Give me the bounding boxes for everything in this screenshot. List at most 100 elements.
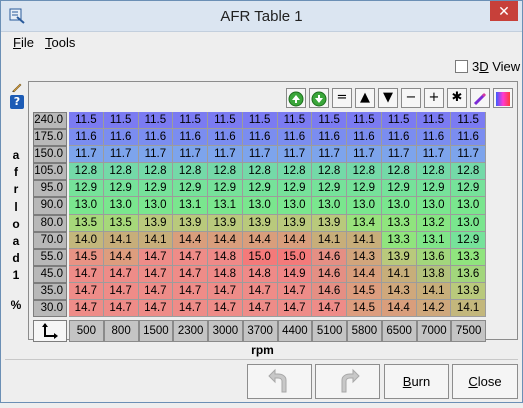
y-axis-value[interactable]: 150.0: [33, 146, 67, 164]
table-cell[interactable]: 12.8: [242, 163, 278, 181]
table-cell[interactable]: 11.7: [138, 146, 174, 164]
table-cell[interactable]: 11.6: [277, 129, 313, 147]
table-cell[interactable]: 12.9: [277, 180, 313, 198]
x-axis-value[interactable]: 7000: [416, 320, 452, 343]
table-cell[interactable]: 12.8: [69, 163, 104, 181]
table-cell[interactable]: 11.5: [208, 112, 243, 130]
table-cell[interactable]: 14.7: [138, 282, 174, 301]
table-cell[interactable]: 12.8: [312, 163, 347, 181]
table-cell[interactable]: 14.0: [69, 231, 104, 249]
table-cell[interactable]: 12.9: [451, 180, 486, 198]
table-cell[interactable]: 14.4: [103, 248, 139, 266]
x-axis-value[interactable]: 2300: [173, 320, 208, 343]
decrement-green-button[interactable]: [309, 88, 329, 108]
table-cell[interactable]: 13.9: [451, 282, 486, 301]
swap-axes-button[interactable]: [33, 320, 67, 343]
table-cell[interactable]: 14.1: [451, 300, 486, 318]
x-axis-value[interactable]: 7500: [451, 320, 486, 343]
table-cell[interactable]: 14.7: [103, 265, 139, 283]
table-cell[interactable]: 14.4: [381, 300, 417, 318]
table-cell[interactable]: 11.7: [103, 146, 139, 164]
multiply-button[interactable]: ✱: [447, 88, 467, 108]
table-cell[interactable]: 13.0: [381, 197, 417, 215]
table-cell[interactable]: 14.7: [277, 300, 313, 318]
x-axis-value[interactable]: 1500: [138, 320, 174, 343]
table-cell[interactable]: 14.2: [416, 300, 452, 318]
table-cell[interactable]: 11.7: [381, 146, 417, 164]
y-axis-value[interactable]: 175.0: [33, 129, 67, 147]
menu-file[interactable]: File: [13, 35, 34, 50]
table-cell[interactable]: 14.5: [347, 300, 382, 318]
table-cell[interactable]: 12.9: [173, 180, 208, 198]
x-axis-value[interactable]: 5800: [347, 320, 382, 343]
table-cell[interactable]: 14.7: [138, 300, 174, 318]
table-cell[interactable]: 13.0: [138, 197, 174, 215]
y-axis-value[interactable]: 80.0: [33, 214, 67, 232]
table-cell[interactable]: 11.6: [242, 129, 278, 147]
x-axis-value[interactable]: 3700: [242, 320, 278, 343]
table-cell[interactable]: 13.0: [347, 197, 382, 215]
table-cell[interactable]: 11.5: [242, 112, 278, 130]
table-cell[interactable]: 14.7: [173, 248, 208, 266]
table-cell[interactable]: 14.7: [103, 282, 139, 301]
table-cell[interactable]: 13.2: [416, 214, 452, 232]
table-cell[interactable]: 11.6: [173, 129, 208, 147]
table-cell[interactable]: 14.8: [242, 265, 278, 283]
table-cell[interactable]: 14.7: [312, 300, 347, 318]
table-cell[interactable]: 14.6: [312, 282, 347, 301]
table-cell[interactable]: 14.7: [103, 300, 139, 318]
table-cell[interactable]: 14.7: [69, 300, 104, 318]
table-cell[interactable]: 11.6: [381, 129, 417, 147]
table-cell[interactable]: 14.6: [312, 265, 347, 283]
table-cell[interactable]: 14.7: [208, 282, 243, 301]
y-axis-value[interactable]: 30.0: [33, 300, 67, 318]
table-cell[interactable]: 13.1: [208, 197, 243, 215]
table-cell[interactable]: 14.7: [242, 282, 278, 301]
3d-view-toggle[interactable]: 3D View: [455, 59, 520, 77]
table-cell[interactable]: 13.3: [451, 248, 486, 266]
table-cell[interactable]: 13.9: [277, 214, 313, 232]
table-cell[interactable]: 11.6: [347, 129, 382, 147]
decrease-button[interactable]: ▼: [378, 88, 398, 108]
table-cell[interactable]: 13.5: [69, 214, 104, 232]
table-cell[interactable]: 11.5: [312, 112, 347, 130]
table-cell[interactable]: 14.7: [242, 300, 278, 318]
close-button[interactable]: Close: [452, 364, 518, 399]
table-cell[interactable]: 14.4: [242, 231, 278, 249]
table-cell[interactable]: 12.9: [69, 180, 104, 198]
table-cell[interactable]: 14.7: [138, 265, 174, 283]
table-cell[interactable]: 13.9: [208, 214, 243, 232]
table-cell[interactable]: 11.6: [103, 129, 139, 147]
table-cell[interactable]: 12.8: [416, 163, 452, 181]
table-cell[interactable]: 13.6: [416, 248, 452, 266]
table-cell[interactable]: 13.9: [312, 214, 347, 232]
table-cell[interactable]: 13.0: [103, 197, 139, 215]
table-cell[interactable]: 12.8: [173, 163, 208, 181]
color-gradient-button[interactable]: [493, 88, 513, 108]
table-cell[interactable]: 14.4: [173, 231, 208, 249]
table-cell[interactable]: 14.7: [69, 265, 104, 283]
table-cell[interactable]: 14.1: [416, 282, 452, 301]
table-cell[interactable]: 11.7: [416, 146, 452, 164]
table-cell[interactable]: 14.7: [277, 282, 313, 301]
table-cell[interactable]: 14.7: [173, 300, 208, 318]
undo-button[interactable]: [247, 364, 312, 399]
table-cell[interactable]: 11.6: [451, 129, 486, 147]
table-cell[interactable]: 12.8: [103, 163, 139, 181]
menu-tools[interactable]: Tools: [45, 35, 75, 50]
table-cell[interactable]: 11.5: [416, 112, 452, 130]
table-cell[interactable]: 13.6: [451, 265, 486, 283]
interpolate-button[interactable]: [470, 88, 490, 108]
table-cell[interactable]: 13.0: [451, 197, 486, 215]
set-equal-button[interactable]: =: [332, 88, 352, 108]
table-cell[interactable]: 12.8: [347, 163, 382, 181]
table-cell[interactable]: 12.8: [277, 163, 313, 181]
increment-green-button[interactable]: [286, 88, 306, 108]
table-cell[interactable]: 12.8: [138, 163, 174, 181]
table-cell[interactable]: 14.1: [138, 231, 174, 249]
table-cell[interactable]: 11.5: [381, 112, 417, 130]
table-cell[interactable]: 13.0: [416, 197, 452, 215]
table-cell[interactable]: 11.6: [208, 129, 243, 147]
table-cell[interactable]: 13.9: [242, 214, 278, 232]
table-cell[interactable]: 11.5: [173, 112, 208, 130]
